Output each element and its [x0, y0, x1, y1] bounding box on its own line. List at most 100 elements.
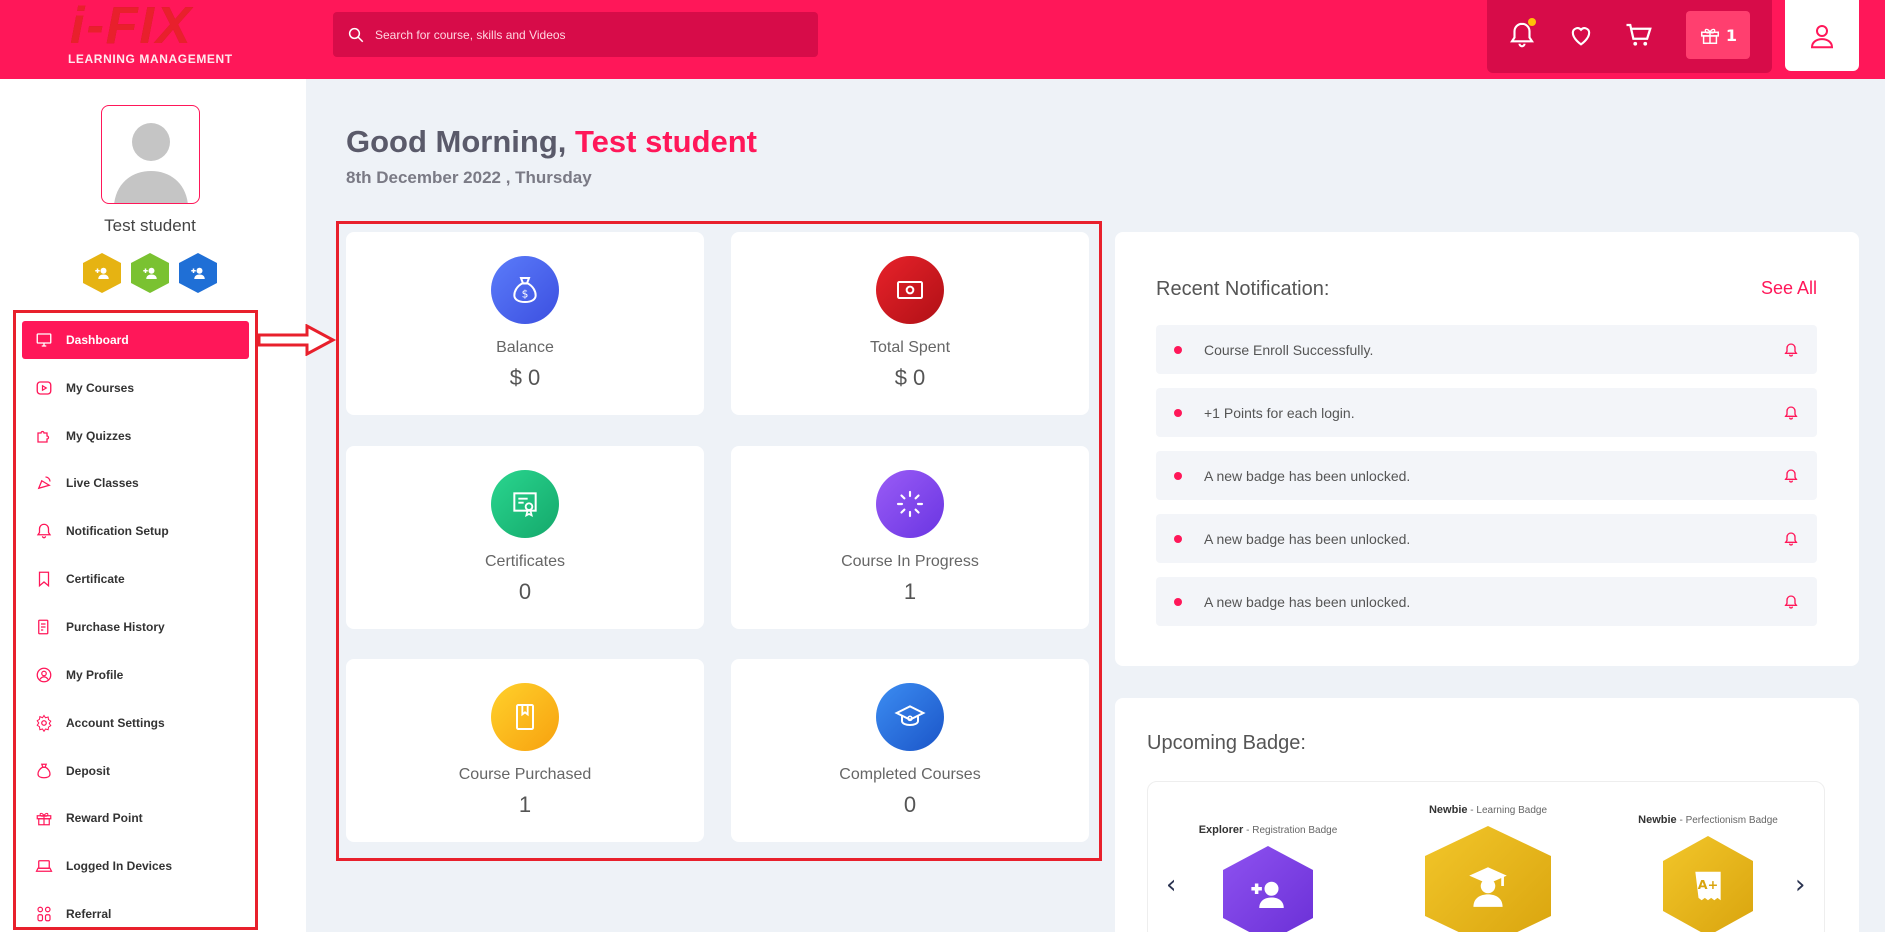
sidebar-item-deposit[interactable]: Deposit — [22, 752, 249, 790]
stat-card-certificates[interactable]: Certificates 0 — [346, 446, 704, 629]
notification-text: A new badge has been unlocked. — [1204, 530, 1411, 547]
stat-value: $ 0 — [894, 365, 926, 390]
bullet-dot — [1174, 345, 1182, 354]
user-icon — [1810, 24, 1834, 48]
stat-card-course-in-progress[interactable]: Course In Progress 1 — [731, 446, 1089, 629]
sidebar-item-referral[interactable]: Referral — [22, 895, 249, 932]
search-input[interactable] — [375, 27, 795, 42]
upcoming-badge-title: Upcoming Badge: — [1147, 732, 1306, 754]
badge-yellow[interactable] — [83, 253, 121, 293]
wishlist-button[interactable] — [1564, 18, 1598, 52]
carousel-next-button[interactable]: › — [1795, 870, 1805, 900]
gift-icon — [34, 808, 54, 828]
sidebar-item-my-profile[interactable]: My Profile — [22, 656, 249, 694]
stat-card-completed-courses[interactable]: Completed Courses 0 — [731, 659, 1089, 842]
stat-value: 0 — [903, 792, 917, 817]
notification-item[interactable]: +1 Points for each login. — [1156, 388, 1817, 437]
money-bag-icon: $ — [491, 256, 559, 324]
bell-icon — [1784, 405, 1798, 420]
sidebar-item-logged-in-devices[interactable]: Logged In Devices — [22, 847, 249, 885]
see-all-link[interactable]: See All — [1761, 278, 1817, 299]
logo-subtitle: LEARNING MANAGEMENT — [68, 52, 233, 66]
badge-item-newbie-perfectionism[interactable]: Newbie - Perfectionism Badge A+ — [1633, 814, 1783, 932]
badge-hexagon: A+ — [1663, 836, 1753, 932]
notification-text: Course Enroll Successfully. — [1204, 341, 1374, 358]
monitor-icon — [34, 330, 54, 350]
bell-icon — [1784, 531, 1798, 546]
user-plus-icon — [1251, 881, 1284, 908]
badge-name: Newbie — [1428, 804, 1468, 816]
annotation-arrow — [257, 324, 337, 356]
sidebar-item-label: Deposit — [66, 764, 111, 778]
book-icon — [491, 683, 559, 751]
sidebar-item-live-classes[interactable]: Live Classes — [22, 464, 249, 502]
gift-icon — [1700, 28, 1719, 44]
notification-text: A new badge has been unlocked. — [1204, 467, 1411, 484]
carousel-prev-button[interactable]: ‹ — [1166, 870, 1176, 900]
default-avatar-icon — [114, 123, 188, 203]
badge-carousel: ‹ › Explorer - Registration Badge Newbie… — [1147, 781, 1825, 932]
logo[interactable]: i-FIX LEARNING MANAGEMENT — [66, 0, 236, 70]
badge-item-explorer[interactable]: Explorer - Registration Badge — [1193, 824, 1343, 932]
sidebar-item-label: My Courses — [66, 381, 135, 395]
badge-type: Registration Badge — [1252, 825, 1338, 836]
badge-blue[interactable] — [179, 253, 217, 293]
avatar[interactable] — [101, 105, 200, 204]
bullet-dot — [1174, 597, 1182, 606]
bell-icon — [34, 521, 54, 541]
sidebar-item-account-settings[interactable]: Account Settings — [22, 704, 249, 742]
bell-icon — [1784, 468, 1798, 483]
notification-bell-button[interactable] — [1505, 18, 1539, 52]
notification-item[interactable]: Course Enroll Successfully. — [1156, 325, 1817, 374]
greeting-name: Test student — [575, 124, 758, 159]
stat-label: Balance — [496, 339, 554, 356]
sidebar-item-label: Referral — [66, 907, 112, 921]
moneybag-icon — [34, 761, 54, 781]
notification-item[interactable]: A new badge has been unlocked. — [1156, 514, 1817, 563]
badge-caption: Newbie - Perfectionism Badge — [1638, 814, 1778, 826]
gift-button[interactable]: 1 — [1686, 11, 1750, 59]
header-actions: 1 — [1487, 0, 1772, 73]
stat-label: Completed Courses — [839, 766, 981, 783]
svg-text:A+: A+ — [1698, 877, 1718, 892]
search-bar[interactable] — [333, 12, 818, 57]
sidebar-item-label: Logged In Devices — [66, 859, 173, 873]
sidebar-item-purchase-history[interactable]: Purchase History — [22, 608, 249, 646]
sidebar-item-my-quizzes[interactable]: My Quizzes — [22, 417, 249, 455]
laptop-icon — [34, 856, 54, 876]
spinner-icon — [876, 470, 944, 538]
sidebar-item-certificate[interactable]: Certificate — [22, 560, 249, 598]
notification-item[interactable]: A new badge has been unlocked. — [1156, 577, 1817, 626]
grade-a-plus-icon: A+ — [1695, 871, 1721, 901]
sidebar-item-label: Reward Point — [66, 811, 143, 825]
current-date: 8th December 2022 , Thursday — [346, 168, 592, 187]
stat-card-course-purchased[interactable]: Course Purchased 1 — [346, 659, 704, 842]
sidebar-item-my-courses[interactable]: My Courses — [22, 369, 249, 407]
receipt-icon — [34, 617, 54, 637]
sidebar-item-label: My Profile — [66, 668, 124, 682]
sidebar-item-dashboard[interactable]: Dashboard — [22, 321, 249, 359]
badge-hexagon — [1425, 826, 1551, 932]
sidebar-item-label: Purchase History — [66, 620, 165, 634]
recent-notification-card: Recent Notification: See All Course Enro… — [1115, 232, 1859, 666]
badge-hexagon — [1223, 846, 1313, 932]
stat-card-balance[interactable]: $ Balance $ 0 — [346, 232, 704, 415]
badge-green[interactable] — [131, 253, 169, 293]
user-menu-button[interactable] — [1785, 0, 1859, 71]
stat-value: $ 0 — [509, 365, 541, 390]
stat-label: Course Purchased — [458, 766, 592, 783]
earned-badges — [83, 253, 217, 293]
cart-button[interactable] — [1622, 18, 1656, 52]
stat-label: Certificates — [484, 553, 566, 570]
stat-value: 1 — [903, 579, 917, 604]
stat-card-total-spent[interactable]: Total Spent $ 0 — [731, 232, 1089, 415]
badge-item-newbie-learning[interactable]: Newbie - Learning Badge — [1413, 804, 1563, 932]
badge-caption: Explorer - Registration Badge — [1198, 824, 1338, 836]
notification-item[interactable]: A new badge has been unlocked. — [1156, 451, 1817, 500]
sidebar-item-reward-point[interactable]: Reward Point — [22, 799, 249, 837]
gift-count: 1 — [1725, 25, 1738, 45]
svg-text:$: $ — [522, 287, 529, 300]
sidebar-menu: Dashboard My Courses My Quizzes Live Cla… — [13, 310, 258, 930]
student-name: Test student — [104, 216, 196, 235]
sidebar-item-notification-setup[interactable]: Notification Setup — [22, 512, 249, 550]
